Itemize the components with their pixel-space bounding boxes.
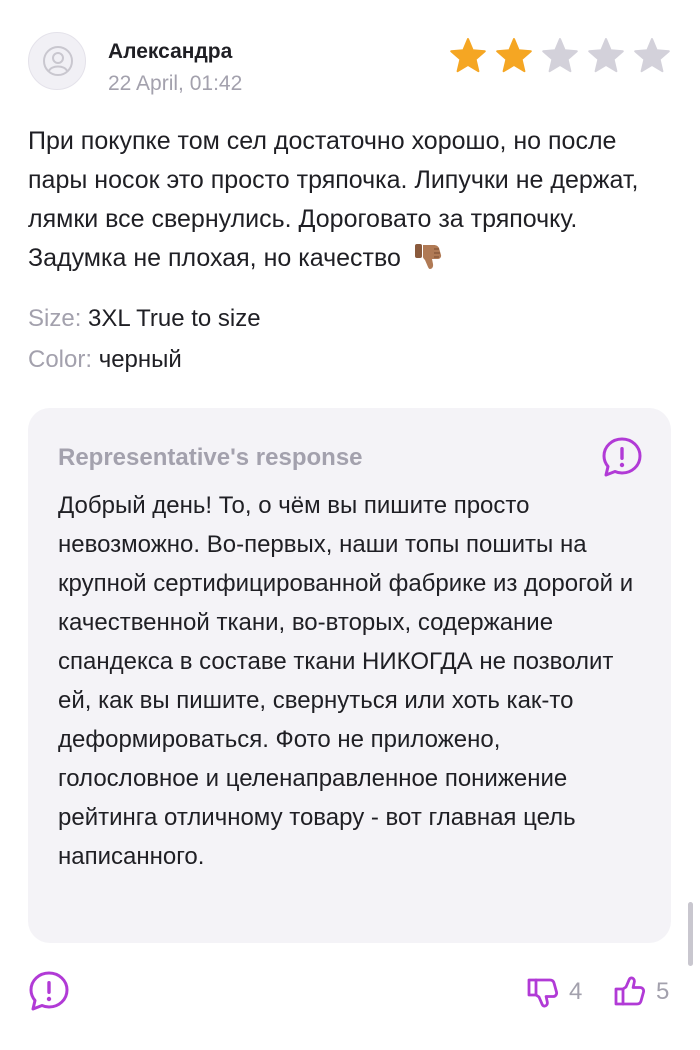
user-icon — [43, 46, 73, 76]
thumbs-down-emoji — [414, 244, 441, 269]
star-empty-icon — [634, 38, 670, 73]
dislike-count: 4 — [569, 978, 583, 1005]
review-date: 22 April, 01:42 — [108, 72, 243, 95]
star-empty-icon — [588, 38, 624, 73]
star-filled-icon — [496, 38, 532, 73]
color-value: черный — [98, 346, 182, 373]
like-count: 5 — [656, 978, 670, 1005]
review-card: Александра 22 April, 01:42 При покупке т… — [0, 0, 700, 1050]
response-text: Добрый день! То, о чём вы пишите просто … — [58, 492, 634, 870]
thumbs-down-icon — [527, 978, 559, 1008]
review-footer: 4 5 — [0, 968, 700, 1022]
dislike-button[interactable]: 4 — [525, 972, 582, 1012]
response-title: Representative's response — [58, 444, 363, 471]
review-text-body: При покупке том сел достаточно хорошо, н… — [28, 127, 639, 272]
size-attribute: Size: 3XL True to size — [28, 304, 261, 334]
size-value: 3XL True to size — [88, 305, 261, 332]
author-name: Александра — [108, 40, 233, 63]
review-text: При покупке том сел достаточно хорошо, н… — [28, 122, 658, 278]
avatar — [28, 32, 86, 90]
rating-stars — [448, 36, 672, 76]
representative-response: Representative's response Добрый день! Т… — [28, 408, 671, 943]
report-button[interactable] — [28, 970, 70, 1012]
exclamation-bubble-icon[interactable] — [601, 436, 643, 478]
color-attribute: Color: черный — [28, 345, 182, 375]
review-header: Александра 22 April, 01:42 — [28, 32, 672, 102]
like-button[interactable]: 5 — [612, 972, 669, 1012]
star-empty-icon — [542, 38, 578, 73]
star-filled-icon — [450, 38, 486, 73]
thumbs-up-icon — [614, 976, 646, 1006]
scrollbar[interactable] — [688, 902, 693, 966]
color-label: Color: — [28, 346, 93, 373]
size-label: Size: — [28, 305, 82, 332]
